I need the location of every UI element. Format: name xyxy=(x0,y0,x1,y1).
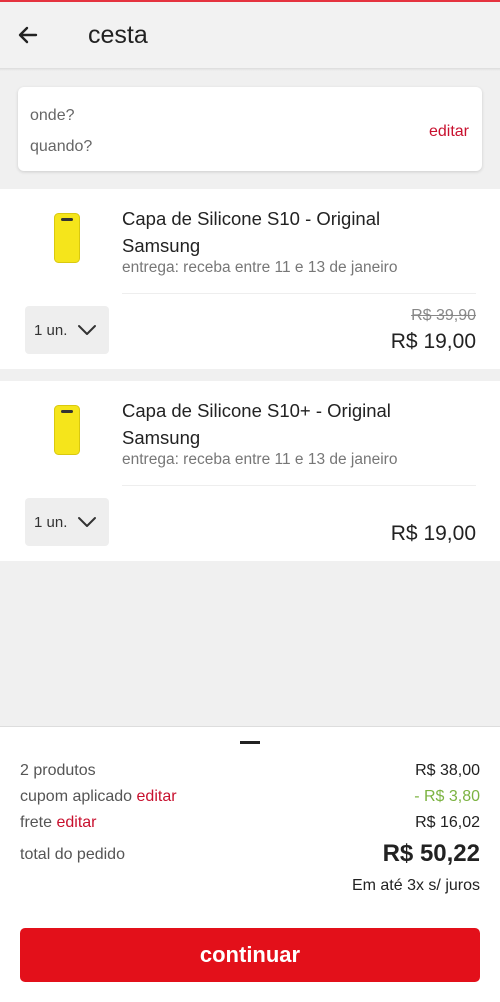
total-value: R$ 50,22 xyxy=(382,840,480,867)
quantity-value: 1 un. xyxy=(34,321,68,339)
product-image[interactable] xyxy=(54,405,80,455)
summary-row-coupon: cupom aplicado editar - R$ 3,80 xyxy=(20,788,480,806)
divider xyxy=(122,293,476,294)
arrow-left-icon xyxy=(18,26,38,44)
products-subtotal: R$ 38,00 xyxy=(415,762,480,779)
when-field[interactable]: quando? xyxy=(30,138,92,156)
summary-row-shipping: frete editar R$ 16,02 xyxy=(20,814,480,832)
continue-button[interactable]: continuar xyxy=(20,928,480,982)
edit-location-link[interactable]: editar xyxy=(429,123,469,141)
where-field[interactable]: onde? xyxy=(30,107,75,125)
divider xyxy=(122,485,476,486)
cart-item: Capa de Silicone S10+ - Original Samsung… xyxy=(0,381,500,561)
quantity-select[interactable]: 1 un. xyxy=(25,306,109,354)
order-summary: 2 produtos R$ 38,00 cupom aplicado edita… xyxy=(0,726,500,1002)
products-count-label: 2 produtos xyxy=(20,762,96,779)
shipping-value: R$ 16,02 xyxy=(415,814,480,831)
delivery-info: entrega: receba entre 11 e 13 de janeiro xyxy=(122,259,398,276)
delivery-info: entrega: receba entre 11 e 13 de janeiro xyxy=(122,451,398,468)
page-title: cesta xyxy=(88,20,148,49)
quantity-select[interactable]: 1 un. xyxy=(25,498,109,546)
header-shadow xyxy=(0,68,500,71)
quantity-value: 1 un. xyxy=(34,513,68,531)
app-header: cesta xyxy=(0,2,500,68)
coupon-label: cupom aplicado xyxy=(20,788,137,805)
total-label: total do pedido xyxy=(20,846,125,863)
product-name[interactable]: Capa de Silicone S10+ - Original Samsung xyxy=(122,397,462,451)
coupon-discount: - R$ 3,80 xyxy=(414,788,480,805)
summary-row-products: 2 produtos R$ 38,00 xyxy=(20,762,480,780)
price: R$ 19,00 xyxy=(390,330,476,353)
installments-info: Em até 3x s/ juros xyxy=(351,877,480,894)
old-price: R$ 39,90 xyxy=(411,307,476,324)
drag-handle[interactable] xyxy=(240,741,260,744)
shipping-label: frete xyxy=(20,814,57,831)
shipping-label-group: frete editar xyxy=(20,814,97,832)
location-card[interactable]: onde? quando? editar xyxy=(18,87,482,171)
edit-shipping-link[interactable]: editar xyxy=(56,814,96,831)
edit-coupon-link[interactable]: editar xyxy=(137,788,177,805)
back-button[interactable] xyxy=(0,2,56,68)
price: R$ 19,00 xyxy=(390,522,476,545)
product-name[interactable]: Capa de Silicone S10 - Original Samsung xyxy=(122,205,462,259)
coupon-label-group: cupom aplicado editar xyxy=(20,788,177,806)
chevron-down-icon xyxy=(78,517,97,527)
chevron-down-icon xyxy=(78,325,97,335)
product-image[interactable] xyxy=(54,213,80,263)
cart-item: Capa de Silicone S10 - Original Samsung … xyxy=(0,189,500,369)
